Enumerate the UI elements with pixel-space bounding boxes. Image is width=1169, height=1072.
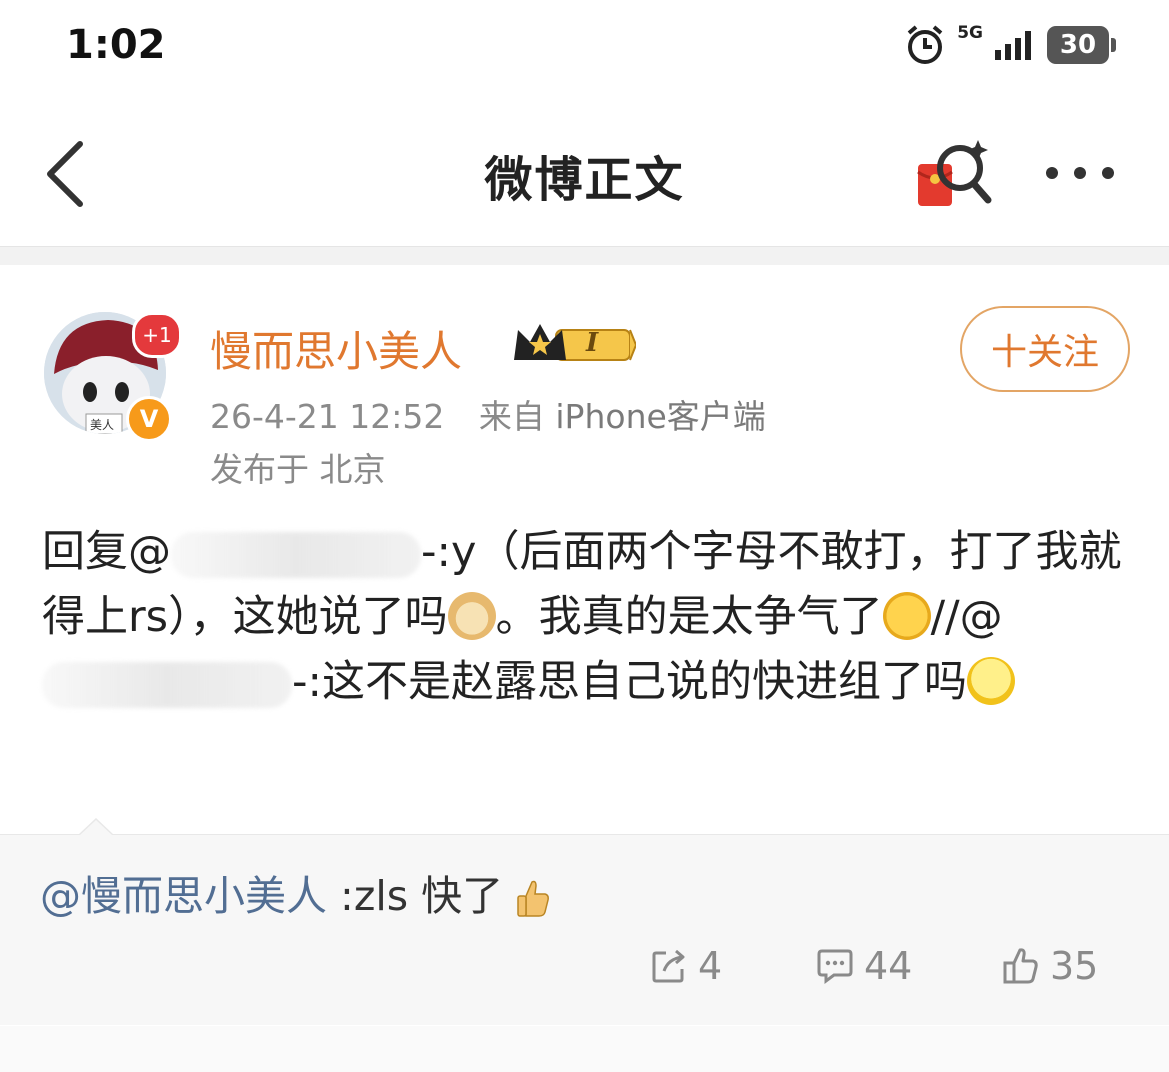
- quote-content: :zls 快了: [327, 872, 504, 920]
- avatar-tag: 美人: [90, 418, 115, 432]
- author-name[interactable]: 慢而思小美人: [210, 318, 462, 379]
- status-icons: 5G 30: [903, 22, 1116, 68]
- post-date: 26-4-21 12:52: [210, 397, 445, 436]
- crown-badge-icon: [514, 324, 638, 361]
- post-meta: 26-4-21 12:52 来自 iPhone客户端: [210, 390, 766, 438]
- alarm-icon: [907, 25, 943, 64]
- doge-emoji-icon: [447, 591, 496, 640]
- red-packet-search-icon: [917, 140, 992, 206]
- redacted-username: [171, 531, 421, 578]
- like-count: 35: [1050, 944, 1099, 988]
- notification-badge: +1: [132, 312, 182, 358]
- network-label: 5G: [957, 23, 983, 43]
- crying-emoji-icon: [882, 591, 931, 640]
- rank-label: I: [586, 328, 599, 358]
- battery-icon: 30: [1047, 26, 1116, 64]
- post-text-3: 。我真的是太争气了: [495, 592, 883, 642]
- comment-button[interactable]: 44: [816, 944, 912, 988]
- post-text-5: -:这不是赵露思自己说的快进组了吗: [292, 657, 968, 707]
- post-text-4: //@: [930, 592, 1003, 642]
- quote-caret-inner: [80, 820, 112, 835]
- redacted-username: [42, 661, 292, 708]
- quoted-reply-text: @慢而思小美人 :zls 快了: [40, 862, 550, 922]
- repost-button[interactable]: 4: [650, 944, 722, 988]
- status-time: 1:02: [66, 22, 166, 68]
- comment-icon: [817, 949, 853, 984]
- verified-badge-icon: V: [126, 396, 172, 442]
- repost-count: 4: [698, 944, 723, 988]
- quote-mention-link[interactable]: @慢而思小美人: [40, 872, 327, 920]
- smile-emoji-icon: [967, 656, 1016, 705]
- more-button[interactable]: [1040, 150, 1120, 196]
- post-location: 发布于 北京: [210, 450, 386, 489]
- nav-divider: [0, 246, 1169, 265]
- signal-icon: [995, 31, 1031, 60]
- red-packet-search-button[interactable]: [912, 134, 996, 214]
- member-crown-icon: I: [512, 320, 638, 368]
- follow-button[interactable]: 十关注: [960, 306, 1130, 392]
- post-body: 回复@ -:y（后面两个字母不敢打，打了我就得上rs），这她说了吗 。我真的是太争气…: [42, 520, 1142, 715]
- like-button[interactable]: 35: [1002, 944, 1098, 988]
- share-icon: [652, 949, 685, 983]
- more-dots-icon: [1046, 167, 1114, 179]
- post-source-prefix: 来自: [478, 397, 545, 436]
- thumbs-up-emoji-icon: [517, 880, 550, 917]
- post-source-device[interactable]: iPhone客户端: [555, 397, 765, 436]
- comment-count: 44: [864, 944, 913, 988]
- thumbs-up-icon: [1003, 948, 1038, 984]
- post-text-1: 回复@: [42, 527, 171, 577]
- bottom-area: [0, 1026, 1169, 1072]
